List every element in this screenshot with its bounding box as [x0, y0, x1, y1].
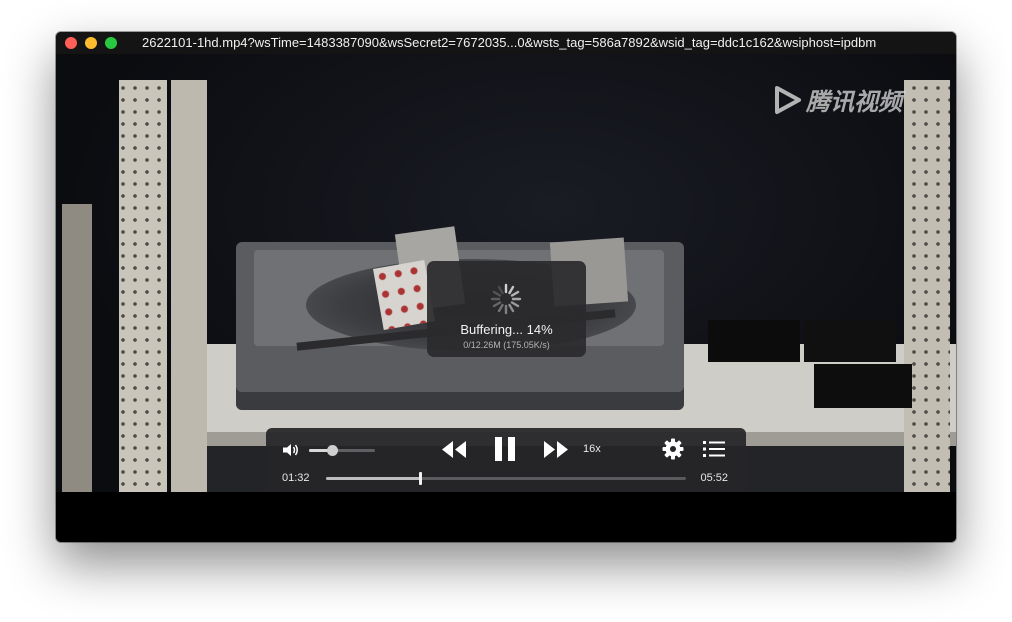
speaker-icon[interactable]: [282, 443, 300, 457]
seek-progress: [326, 477, 420, 480]
total-time: 05:52: [700, 472, 728, 484]
player-window: 2622101-1hd.mp4?wsTime=1483387090&wsSecr…: [56, 32, 956, 542]
video-watermark: 腾讯视频: [772, 82, 902, 117]
play-logo-icon: [775, 85, 801, 114]
volume-knob[interactable]: [327, 445, 339, 456]
list-icon[interactable]: [703, 440, 725, 458]
black-tile: [804, 320, 896, 362]
gear-icon[interactable]: [662, 438, 684, 460]
maximize-button[interactable]: [105, 37, 117, 49]
letterbox-bar: [56, 492, 956, 542]
buffering-overlay: Buffering... 14% 0/12.26M (175.05K/s): [427, 261, 586, 357]
minimize-button[interactable]: [85, 37, 97, 49]
buffering-detail: 0/12.26M (175.05K/s): [463, 340, 550, 350]
shelf-post: [62, 204, 92, 492]
title-bar[interactable]: 2622101-1hd.mp4?wsTime=1483387090&wsSecr…: [56, 32, 956, 54]
seek-bar[interactable]: [326, 472, 686, 485]
window-title: 2622101-1hd.mp4?wsTime=1483387090&wsSecr…: [142, 35, 877, 50]
fast-forward-icon[interactable]: [543, 440, 569, 459]
buffering-status: Buffering... 14%: [460, 322, 553, 337]
playing-card: [373, 259, 435, 331]
watermark-text: 腾讯视频: [806, 89, 902, 116]
rewind-icon[interactable]: [441, 440, 467, 459]
shelf-post: [119, 80, 167, 492]
video-frame[interactable]: 腾讯视频 Buffering... 14% 0/12.26M (175.05K/…: [56, 54, 956, 492]
shelf-post: [904, 80, 950, 492]
close-button[interactable]: [65, 37, 77, 49]
pause-icon[interactable]: [493, 436, 517, 462]
shelf-post: [171, 80, 207, 492]
volume-slider[interactable]: [309, 445, 375, 456]
playback-controls: 16x 01:32 05:52: [266, 428, 746, 492]
current-time: 01:32: [282, 472, 310, 484]
seek-handle[interactable]: [418, 472, 422, 485]
black-tile: [814, 364, 912, 408]
playback-speed[interactable]: 16x: [583, 443, 601, 455]
black-tile: [708, 320, 800, 362]
loading-spinner-icon: [490, 283, 522, 315]
